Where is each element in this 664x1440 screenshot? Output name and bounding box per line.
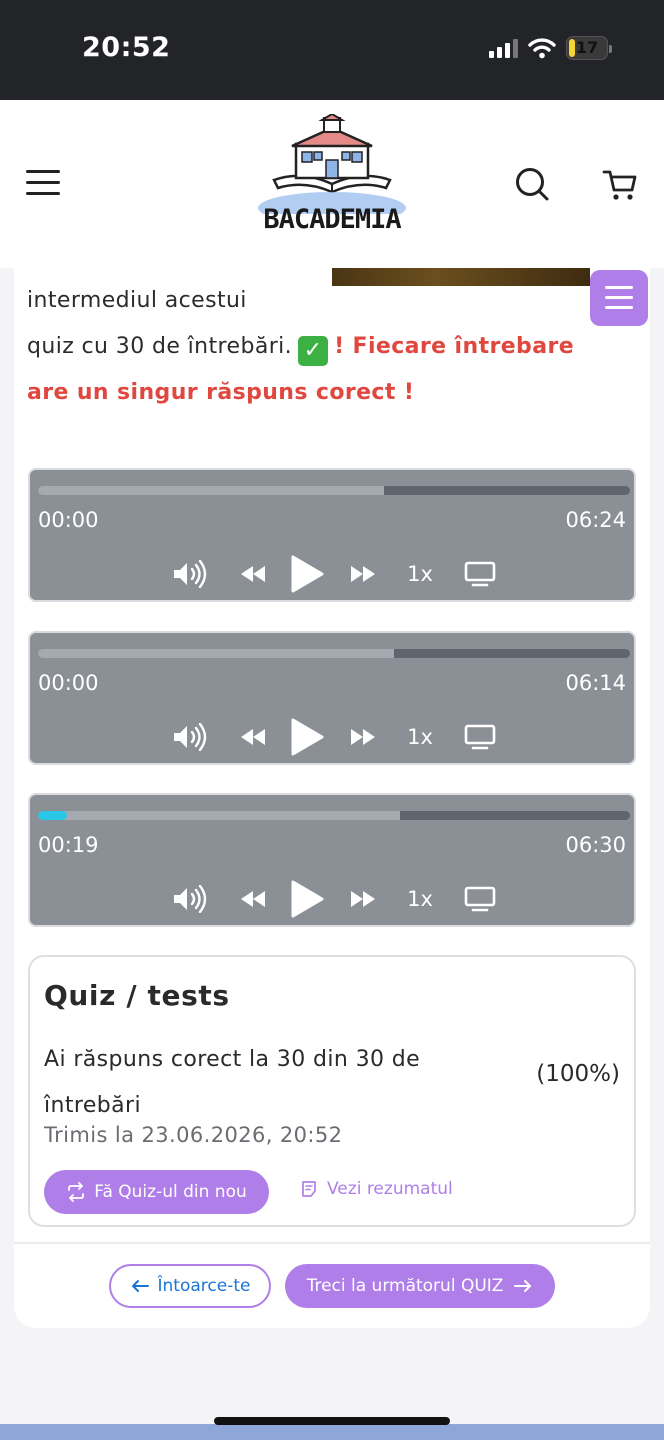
bottom-strip	[0, 1424, 664, 1440]
status-bar: 20:52 17	[0, 0, 664, 100]
search-icon[interactable]	[514, 166, 550, 202]
intro-text: quiz cu 30 de întrebări.	[27, 334, 293, 359]
player-controls: 1x	[30, 555, 634, 593]
rewind-icon[interactable]	[235, 881, 271, 917]
retry-quiz-label: Fă Quiz-ul din nou	[94, 1182, 247, 1202]
wifi-icon	[528, 38, 556, 59]
buffered-bar	[38, 486, 385, 495]
progress-bar[interactable]	[38, 486, 630, 495]
warning-text: ! Fiecare întrebare	[334, 334, 575, 359]
fast-forward-icon[interactable]	[345, 556, 381, 592]
quiz-submitted-time: Trimis la 23.06.2026, 20:52	[44, 1123, 343, 1147]
play-icon[interactable]	[285, 718, 329, 756]
logo-text: BACADEMIA	[263, 204, 401, 235]
divider	[14, 1242, 650, 1244]
cart-icon[interactable]	[602, 166, 638, 202]
cellular-signal-icon	[489, 38, 518, 58]
quiz-title: Quiz / tests	[44, 979, 230, 1012]
next-quiz-label: Treci la următorul QUIZ	[306, 1276, 504, 1296]
fast-forward-icon[interactable]	[345, 719, 381, 755]
audio-player: 00:19 06:30 1x	[28, 793, 636, 927]
played-bar	[38, 811, 67, 820]
next-quiz-button[interactable]: Treci la următorul QUIZ	[285, 1264, 555, 1308]
check-mark-icon: ✓	[298, 336, 329, 366]
playback-speed[interactable]: 1x	[400, 719, 440, 755]
duration: 06:14	[565, 671, 626, 695]
rewind-icon[interactable]	[235, 719, 271, 755]
current-time: 00:00	[38, 671, 99, 695]
buffered-bar	[38, 649, 395, 658]
view-summary-label: Vezi rezumatul	[327, 1179, 453, 1199]
status-icons: 17	[489, 36, 612, 60]
rewind-icon[interactable]	[235, 556, 271, 592]
fast-forward-icon[interactable]	[345, 881, 381, 917]
progress-bar[interactable]	[38, 811, 630, 820]
back-button[interactable]: Întoarce-te	[109, 1264, 271, 1308]
intro-line-1: intermediul acestui	[27, 288, 247, 313]
arrow-left-icon	[131, 1280, 149, 1292]
quiz-percent: (100%)	[536, 1061, 620, 1087]
status-time: 20:52	[82, 32, 171, 63]
cast-screen-icon[interactable]	[460, 719, 500, 755]
school-book-logo-icon	[258, 112, 406, 224]
arrow-right-icon	[514, 1280, 532, 1292]
play-icon[interactable]	[285, 880, 329, 918]
view-summary-link[interactable]: Vezi rezumatul	[300, 1179, 453, 1199]
player-controls: 1x	[30, 880, 634, 918]
retry-quiz-button[interactable]: Fă Quiz-ul din nou	[44, 1170, 269, 1214]
battery-icon: 17	[566, 36, 612, 60]
cast-screen-icon[interactable]	[460, 881, 500, 917]
current-time: 00:00	[38, 508, 99, 532]
buffered-bar	[38, 811, 401, 820]
volume-icon[interactable]	[170, 881, 210, 917]
audio-player: 00:00 06:24 1x	[28, 468, 636, 602]
bacademia-logo[interactable]: BACADEMIA	[252, 112, 412, 254]
volume-icon[interactable]	[170, 719, 210, 755]
intro-line-2: quiz cu 30 de întrebări. ✓! Fiecare între…	[27, 334, 574, 366]
volume-icon[interactable]	[170, 556, 210, 592]
duration: 06:30	[565, 833, 626, 857]
duration: 06:24	[565, 508, 626, 532]
playback-speed[interactable]: 1x	[400, 556, 440, 592]
hamburger-menu-icon[interactable]	[26, 168, 62, 198]
current-time: 00:19	[38, 833, 99, 857]
player-controls: 1x	[30, 718, 634, 756]
warning-text-2: are un singur răspuns corect !	[27, 380, 415, 405]
battery-percent: 17	[575, 38, 599, 57]
home-indicator[interactable]	[214, 1417, 450, 1425]
cast-screen-icon[interactable]	[460, 556, 500, 592]
audio-player: 00:00 06:14 1x	[28, 631, 636, 765]
note-icon	[302, 1181, 316, 1197]
playback-speed[interactable]: 1x	[400, 881, 440, 917]
progress-bar[interactable]	[38, 649, 630, 658]
quiz-result-box: Quiz / tests Ai răspuns corect la 30 din…	[28, 955, 636, 1227]
play-icon[interactable]	[285, 555, 329, 593]
floating-menu-button[interactable]	[590, 270, 648, 326]
repeat-icon	[68, 1182, 85, 1202]
quiz-result-text: Ai răspuns corect la 30 din 30 de întreb…	[44, 1047, 421, 1118]
back-label: Întoarce-te	[157, 1276, 251, 1296]
